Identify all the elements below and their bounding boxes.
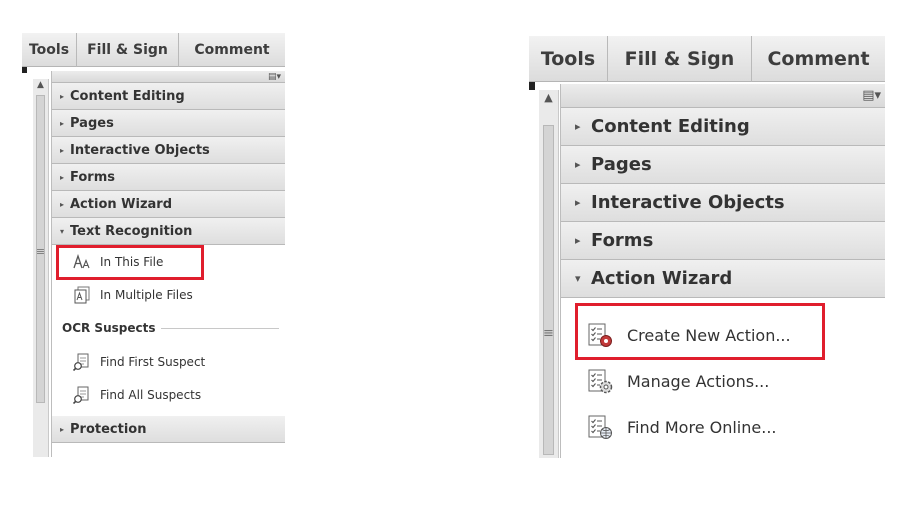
collapsed-arrow-icon: ▸ <box>575 196 581 209</box>
collapsed-arrow-icon: ▸ <box>60 424 65 434</box>
tab-indicator <box>22 67 27 73</box>
resize-grip-icon[interactable]: ≡ <box>539 326 558 341</box>
vertical-scrollbar[interactable]: ▲ ≡ <box>33 79 49 457</box>
section-label: Content Editing <box>70 88 185 104</box>
section-label: Content Editing <box>591 116 750 137</box>
section-label: Forms <box>591 230 654 251</box>
options-menu-icon[interactable]: ▤▾ <box>862 88 881 103</box>
divider <box>161 327 279 329</box>
item-label: Find All Suspects <box>100 387 202 402</box>
tool-sections: ▤▾ ▸ Content Editing ▸ Pages ▸ Interacti… <box>51 71 285 457</box>
tool-sections: ▤▾ ▸ Content Editing ▸ Pages ▸ Interacti… <box>560 84 885 458</box>
section-label: Text Recognition <box>70 223 193 239</box>
section-label: Pages <box>70 115 114 131</box>
collapsed-arrow-icon: ▸ <box>575 234 581 247</box>
section-label: Action Wizard <box>70 196 173 212</box>
scroll-up-icon[interactable]: ▲ <box>33 79 48 91</box>
manage-actions-icon <box>587 368 613 394</box>
tool-find-more-online[interactable]: Find More Online... <box>561 404 885 450</box>
section-label: Pages <box>591 154 652 175</box>
item-label: Find First Suspect <box>100 354 206 369</box>
resize-grip-icon[interactable]: ≡ <box>33 245 48 258</box>
tab-fill-sign[interactable]: Fill & Sign <box>607 36 751 82</box>
tab-comment[interactable]: Comment <box>751 36 885 82</box>
section-label: Forms <box>70 169 115 185</box>
section-pages[interactable]: ▸ Pages <box>52 110 285 137</box>
ocr-suspects-header: OCR Suspects <box>52 311 285 345</box>
item-label: Find More Online... <box>627 417 777 437</box>
font-aa-icon <box>73 253 91 271</box>
section-pages[interactable]: ▸ Pages <box>561 146 885 184</box>
panel-options-bar: ▤▾ <box>52 71 285 83</box>
section-label: Action Wizard <box>591 268 733 289</box>
options-menu-icon[interactable]: ▤▾ <box>268 72 281 82</box>
find-document-icon <box>72 353 91 371</box>
section-label: Interactive Objects <box>70 142 210 158</box>
section-label: Interactive Objects <box>591 192 785 213</box>
subheader-label: OCR Suspects <box>62 321 156 335</box>
tools-pane-text-recognition: Tools Fill & Sign Comment ▲ ≡ ▤▾ ▸ Conte… <box>22 33 285 457</box>
tools-pane-action-wizard: Tools Fill & Sign Comment ▲ ≡ ▤▾ ▸ Conte… <box>529 36 885 458</box>
collapsed-arrow-icon: ▸ <box>60 118 65 128</box>
tool-in-multiple-files[interactable]: In Multiple Files <box>52 278 285 311</box>
vertical-scrollbar[interactable]: ▲ ≡ <box>539 90 559 458</box>
section-action-wizard[interactable]: ▾ Action Wizard <box>561 260 885 298</box>
expanded-arrow-icon: ▾ <box>60 226 65 236</box>
tool-manage-actions[interactable]: Manage Actions... <box>561 358 885 404</box>
section-forms[interactable]: ▸ Forms <box>52 164 285 191</box>
multiple-documents-icon <box>73 286 91 304</box>
collapsed-arrow-icon: ▸ <box>60 199 65 209</box>
item-label: Manage Actions... <box>627 371 770 391</box>
tool-in-this-file[interactable]: In This File <box>52 245 285 280</box>
section-forms[interactable]: ▸ Forms <box>561 222 885 260</box>
tab-indicator <box>529 82 535 90</box>
collapsed-arrow-icon: ▸ <box>575 120 581 133</box>
section-text-recognition[interactable]: ▾ Text Recognition <box>52 218 285 245</box>
tab-tools[interactable]: Tools <box>529 36 607 82</box>
section-interactive-objects[interactable]: ▸ Interactive Objects <box>561 184 885 222</box>
panel-options-bar: ▤▾ <box>561 84 885 108</box>
find-document-icon <box>72 386 91 404</box>
collapsed-arrow-icon: ▸ <box>60 91 65 101</box>
tool-find-all-suspects[interactable]: Find All Suspects <box>52 378 285 411</box>
tool-create-new-action[interactable]: Create New Action... <box>561 303 885 360</box>
section-action-wizard[interactable]: ▸ Action Wizard <box>52 191 285 218</box>
tab-fill-sign[interactable]: Fill & Sign <box>76 33 178 67</box>
collapsed-arrow-icon: ▸ <box>575 158 581 171</box>
tool-find-first-suspect[interactable]: Find First Suspect <box>52 345 285 378</box>
section-content-editing[interactable]: ▸ Content Editing <box>52 83 285 110</box>
collapsed-arrow-icon: ▸ <box>60 172 65 182</box>
pane-tab-bar: Tools Fill & Sign Comment <box>22 33 285 67</box>
pane-tab-bar: Tools Fill & Sign Comment <box>529 36 885 82</box>
item-label: In Multiple Files <box>100 287 193 302</box>
section-content-editing[interactable]: ▸ Content Editing <box>561 108 885 146</box>
tab-tools[interactable]: Tools <box>22 33 76 67</box>
scroll-thumb[interactable] <box>543 125 554 455</box>
tab-comment[interactable]: Comment <box>178 33 285 67</box>
collapsed-arrow-icon: ▸ <box>60 145 65 155</box>
expanded-arrow-icon: ▾ <box>575 272 581 285</box>
section-label: Protection <box>70 421 147 437</box>
create-action-icon <box>587 322 613 348</box>
scroll-up-icon[interactable]: ▲ <box>539 90 558 106</box>
section-protection[interactable]: ▸ Protection <box>52 416 285 443</box>
section-interactive-objects[interactable]: ▸ Interactive Objects <box>52 137 285 164</box>
find-online-icon <box>587 414 613 440</box>
